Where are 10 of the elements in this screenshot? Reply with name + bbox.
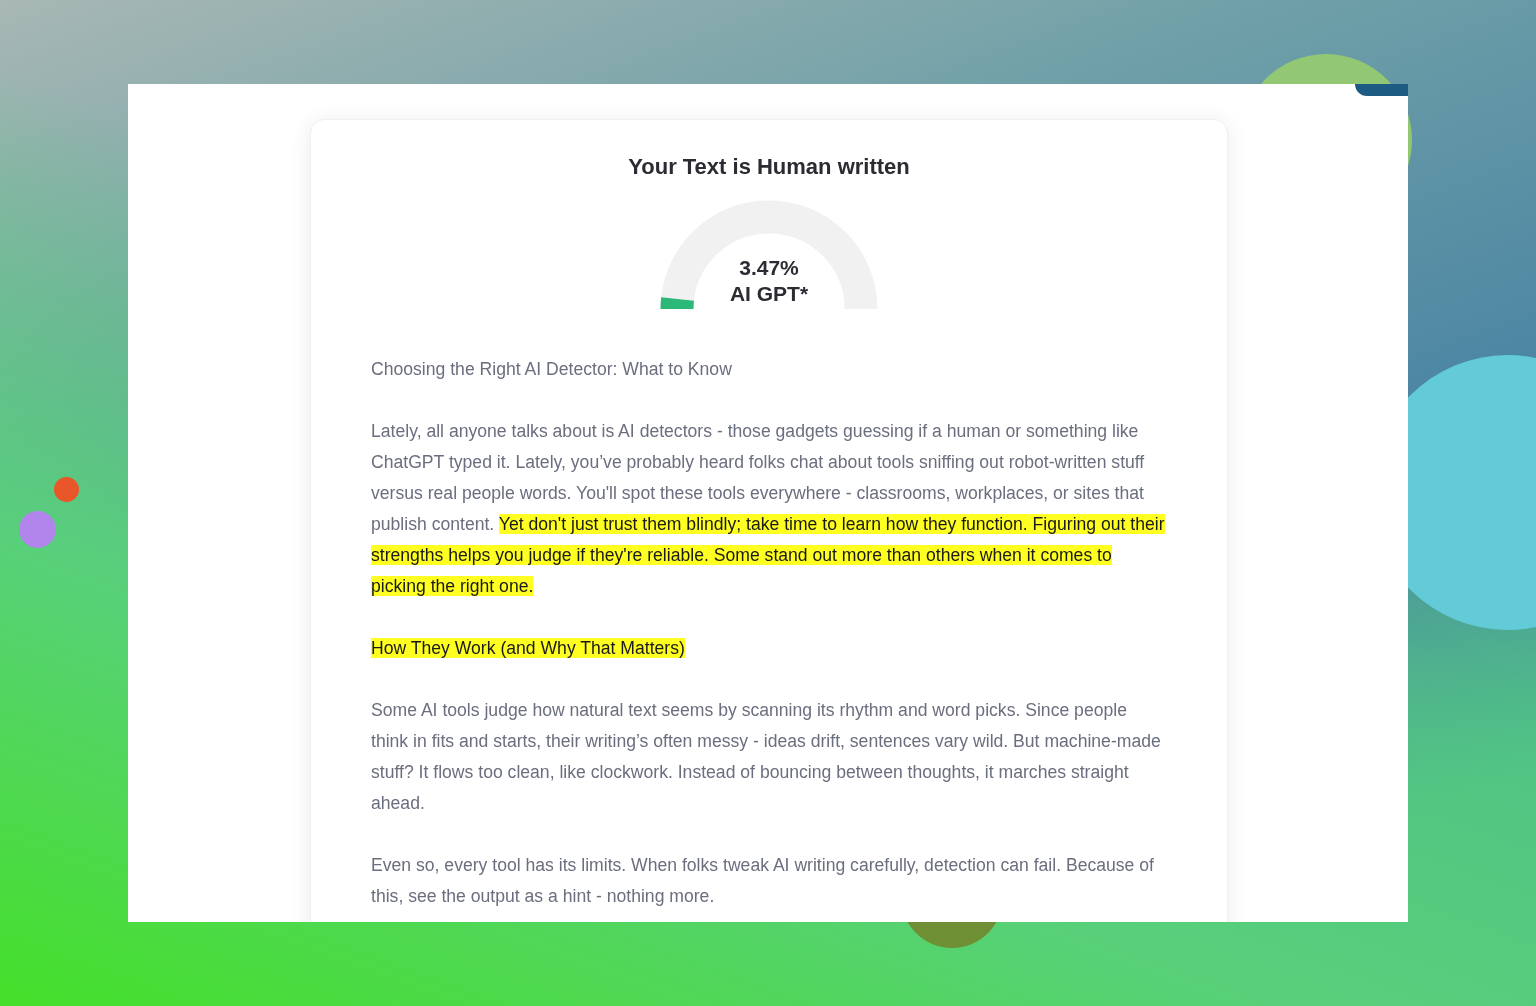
decorative-circle [19, 511, 56, 548]
paragraph: Some AI tools judge how natural text seems by scanning its rhythm and word picks. Since people think in fits and starts, their writing’s often messy - ideas drift, sentences vary wild. But machine-made stuff? It flows too clean, like clockwork. Instead of bouncing between thoughts, it marches straight ahead. [371, 699, 1162, 815]
paragraph: Even so, every tool has its limits. When folks tweak AI writing carefully, detection can fail. Because of this, see the output as a hint - nothing more. [371, 854, 1155, 908]
decorative-circle [54, 477, 79, 502]
score-value: 3.47% [739, 255, 799, 281]
paragraph: How They Work (and Why That Matters) [371, 637, 686, 660]
result-title: Your Text is Human written [627, 153, 911, 181]
paragraph: Choosing the Right AI Detector: What to Know [371, 358, 733, 381]
paragraph: Lately, all anyone talks about is AI detectors - those gadgets guessing if a human or something like ChatGPT typed it. Lately, you’ve probably heard folks chat about tools sniffing out robot-written stuff versus real people words. You'll spot these tools everywhere - classrooms, workplaces, or sites that publish content. Yet don't just trust them blindly; take time to learn how they function. Figuring out their strengths helps you judge if they're reliable. Some stand out more than others when it comes to picking the right one. [371, 420, 1166, 598]
score-label: AI GPT* [729, 281, 809, 307]
